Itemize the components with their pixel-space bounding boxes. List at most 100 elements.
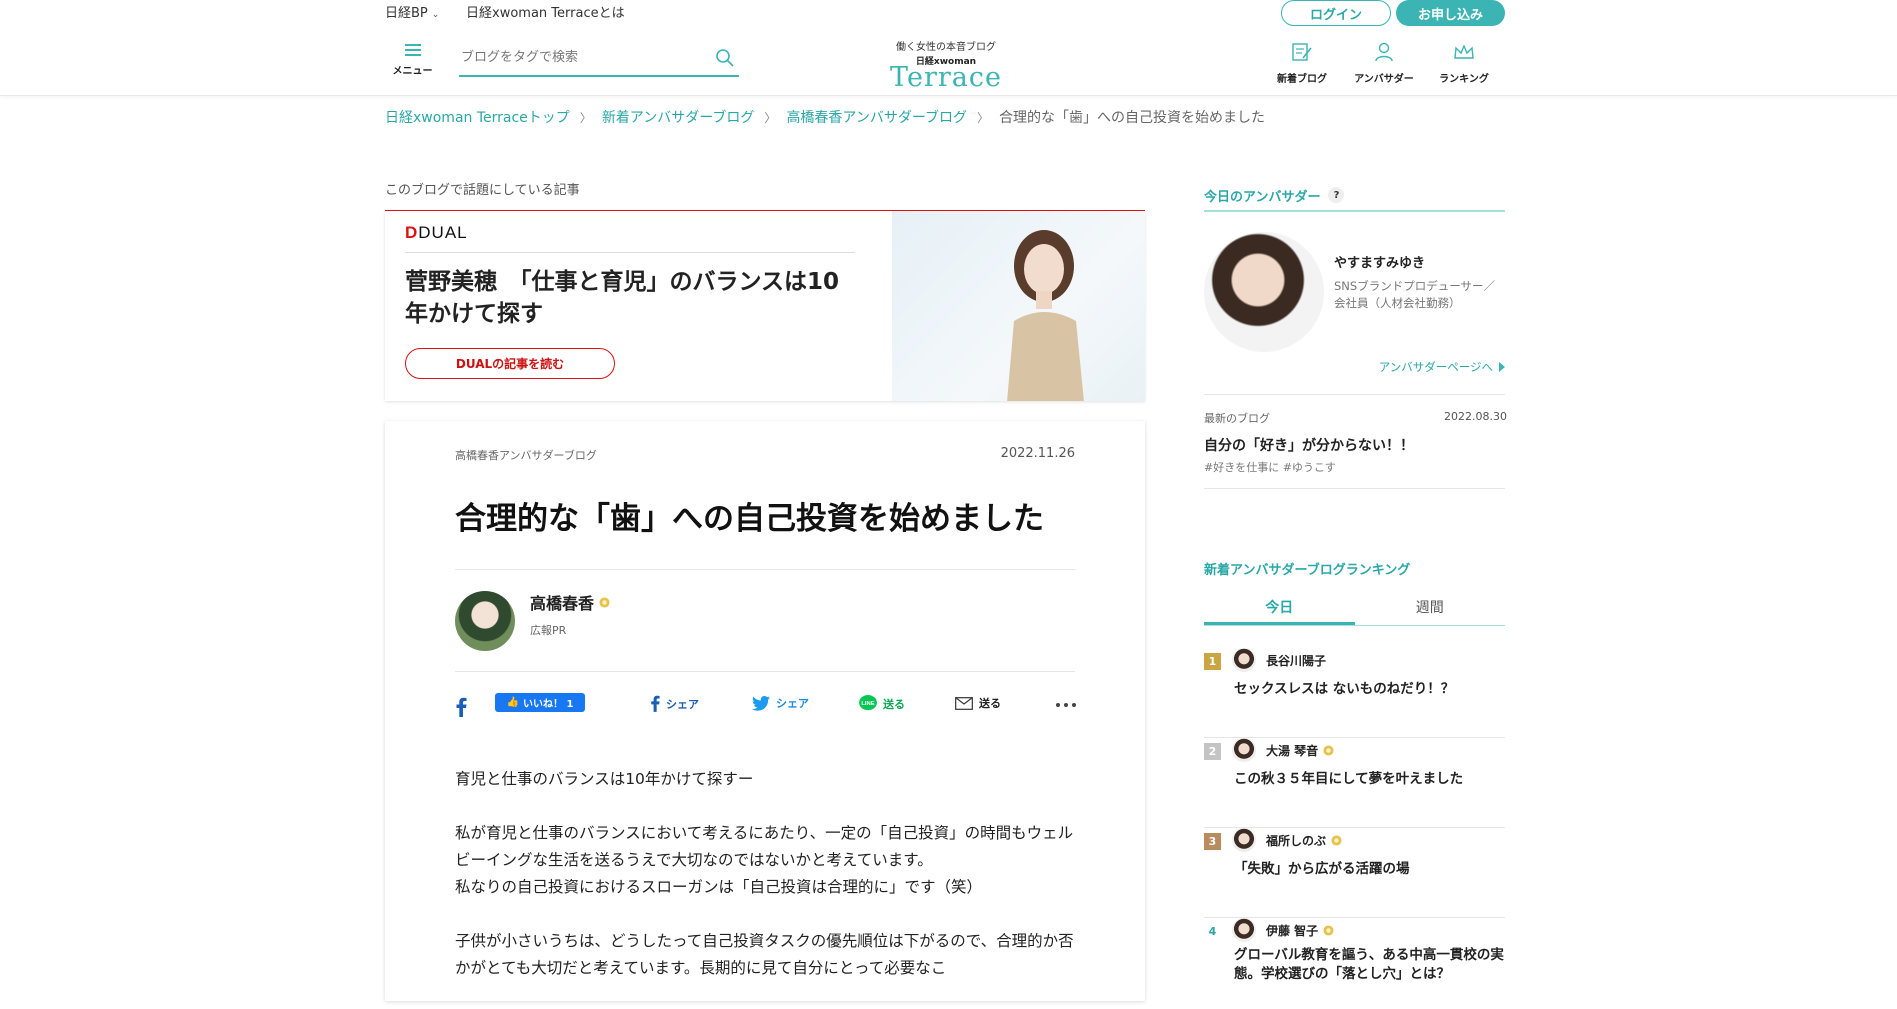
latest-blog-label: 最新のブログ <box>1204 412 1270 425</box>
nikkei-bp-link[interactable]: 日経BP ⌄ <box>385 2 439 21</box>
site-logo[interactable]: 働く女性の本音ブログ 日経xwoman Terrace <box>880 38 1012 93</box>
ranking-title: セックスレスは ないものねだり！？ <box>1234 681 1455 697</box>
breadcrumb-new-blogs[interactable]: 新着アンバサダーブログ <box>602 107 755 127</box>
ranking-author: 伊藤 智子 <box>1266 922 1334 939</box>
breadcrumb-author-blog[interactable]: 高橋春香アンバサダーブログ <box>786 107 967 127</box>
author-avatar[interactable] <box>455 591 515 651</box>
divider <box>1204 488 1505 489</box>
nav-new-blog-label: 新着ブログ <box>1277 74 1327 85</box>
dual-logo: DDUAL <box>405 223 468 242</box>
ranking-item[interactable]: 4 伊藤 智子 グローバル教育を謳う、ある中高一貫校の実態。学校選びの「落とし穴… <box>1204 918 1505 982</box>
read-dual-button[interactable]: DUALの記事を読む <box>405 348 615 379</box>
rank-number: 2 <box>1204 743 1221 760</box>
help-icon[interactable]: ? <box>1328 187 1345 203</box>
breadcrumb-home[interactable]: 日経xwoman Terraceトップ <box>385 107 570 127</box>
menu-button[interactable]: メニュー <box>390 44 435 80</box>
nav-ranking-label: ランキング <box>1439 74 1489 85</box>
paragraph: 子供が小さいうちは、どうしたって自己投資タスクの優先順位は下がるので、合理的か否… <box>455 932 1074 977</box>
featured-heading: このブログで話題にしている記事 <box>385 183 580 198</box>
rank-number: 3 <box>1204 833 1221 850</box>
share-twitter-button[interactable]: シェア <box>752 695 809 711</box>
line-icon: LINE <box>859 695 877 711</box>
avatar <box>1232 648 1256 672</box>
tab-weekly[interactable]: 週間 <box>1355 588 1506 625</box>
svg-text:LINE: LINE <box>861 701 874 707</box>
facebook-icon <box>651 695 660 712</box>
article-title: 合理的な「歯」への自己投資を始めました <box>455 501 1044 537</box>
avatar <box>1232 738 1256 762</box>
signup-button[interactable]: お申し込み <box>1396 0 1505 26</box>
ambassador-badge-icon <box>1331 835 1342 846</box>
search-input[interactable] <box>459 40 699 74</box>
nav-ambassador[interactable]: アンバサダー <box>1352 42 1416 85</box>
article-blog-name[interactable]: 高橋春香アンバサダーブログ <box>455 447 597 463</box>
ambassador-icon <box>1375 42 1393 62</box>
search-icon[interactable] <box>715 48 735 68</box>
rank-number: 1 <box>1204 653 1221 670</box>
like-label: いいね！ 1 <box>523 699 574 710</box>
logo-name: Terrace <box>890 62 1002 93</box>
thumbs-up-icon: 👍 <box>506 697 519 708</box>
nav-new-blog[interactable]: 新着ブログ <box>1270 42 1334 85</box>
menu-label: メニュー <box>392 66 433 77</box>
divider <box>1204 394 1505 395</box>
share-bar: 👍 いいね！ 1 シェア シェア LINE 送る 送る <box>455 693 1077 719</box>
ranking-item[interactable]: 2 大湯 琴音 この秋３５年目にして夢を叶えました <box>1204 738 1505 828</box>
breadcrumb-current: 合理的な「歯」への自己投資を始めました <box>999 110 1266 126</box>
avatar <box>1232 828 1256 852</box>
featured-article-card[interactable]: DDUAL 菅野美穂 「仕事と育児」のバランスは10年かけて探す DUALの記事… <box>385 210 1145 401</box>
today-ambassador-heading: 今日のアンバサダー ? <box>1204 180 1505 212</box>
share-mail-button[interactable]: 送る <box>955 695 1001 711</box>
chevron-right-icon: 〉 <box>764 110 777 125</box>
about-link[interactable]: 日経xwoman Terraceとは <box>466 2 625 21</box>
breadcrumb: 日経xwoman Terraceトップ 〉 新着アンバサダーブログ 〉 高橋春香… <box>385 107 1265 127</box>
ranking-item[interactable]: 1 長谷川陽子 セックスレスは ないものねだり！？ <box>1204 648 1505 738</box>
mail-icon <box>955 696 973 710</box>
divider <box>455 569 1075 570</box>
ambassador-avatar[interactable] <box>1204 232 1324 352</box>
login-button[interactable]: ログイン <box>1281 0 1391 26</box>
author-role: 広報PR <box>530 624 567 637</box>
ranking-title: グローバル教育を謳う、ある中高一貫校の実態。学校選びの「落とし穴」とは？ <box>1234 947 1504 982</box>
divider <box>405 252 855 253</box>
ranking-author: 長谷川陽子 <box>1266 654 1327 668</box>
ambassador-role: SNSブランドプロデューサー／会社員（人材会社勤務） <box>1334 279 1495 310</box>
ranking-crown-icon <box>1454 44 1474 59</box>
ranking-item[interactable]: 3 福所しのぶ 「失敗」から広がる活躍の場 <box>1204 828 1505 918</box>
like-button[interactable]: 👍 いいね！ 1 <box>495 693 585 712</box>
chevron-right-icon: 〉 <box>579 110 592 125</box>
ambassador-page-link[interactable]: アンバサダーページへ <box>1371 359 1505 375</box>
more-options-icon[interactable] <box>1055 695 1077 715</box>
tag-search <box>459 40 739 77</box>
triangle-right-icon <box>1499 362 1505 372</box>
hamburger-icon <box>404 44 421 56</box>
ambassador-name[interactable]: やすますみゆき <box>1334 252 1425 271</box>
ranking-author: 福所しのぶ <box>1266 832 1342 849</box>
tab-today[interactable]: 今日 <box>1204 588 1355 625</box>
ambassador-badge-icon <box>1323 745 1334 756</box>
chevron-right-icon: 〉 <box>977 110 990 125</box>
author-name-row[interactable]: 高橋春香 <box>530 590 610 614</box>
article-body: 育児と仕事のバランスは10年かけて探すー 私が育児と仕事のバランスにおいて考える… <box>455 766 1075 1009</box>
latest-blog-date: 2022.08.30 <box>1444 410 1507 423</box>
avatar <box>1232 918 1256 942</box>
article-date: 2022.11.26 <box>1000 446 1075 461</box>
latest-blog-title[interactable]: 自分の「好き」が分からない！！ <box>1204 435 1414 455</box>
nav-ranking[interactable]: ランキング <box>1432 42 1496 85</box>
divider <box>455 671 1075 672</box>
share-line-button[interactable]: LINE 送る <box>859 695 905 712</box>
logo-tagline: 働く女性の本音ブログ <box>896 42 996 53</box>
author-name: 高橋春香 <box>530 594 595 613</box>
latest-blog-tags[interactable]: #好きを仕事に #ゆうこす <box>1204 459 1336 475</box>
new-blog-icon <box>1292 43 1312 61</box>
facebook-icon[interactable] <box>455 697 467 717</box>
ranking-title: この秋３５年目にして夢を叶えました <box>1234 771 1464 787</box>
rank-number: 4 <box>1208 925 1217 938</box>
paragraph: 私が育児と仕事のバランスにおいて考えるにあたり、一定の「自己投資」の時間もウェル… <box>455 824 1074 896</box>
site-header: 日経BP ⌄ 日経xwoman Terraceとは ログイン お申し込み メニュー… <box>0 0 1897 96</box>
featured-title: 菅野美穂 「仕事と育児」のバランスは10年かけて探す <box>405 269 840 327</box>
ranking-heading: 新着アンバサダーブログランキング <box>1204 563 1411 578</box>
ambassador-badge-icon <box>599 596 610 608</box>
twitter-icon <box>752 695 770 711</box>
share-facebook-button[interactable]: シェア <box>650 695 699 712</box>
